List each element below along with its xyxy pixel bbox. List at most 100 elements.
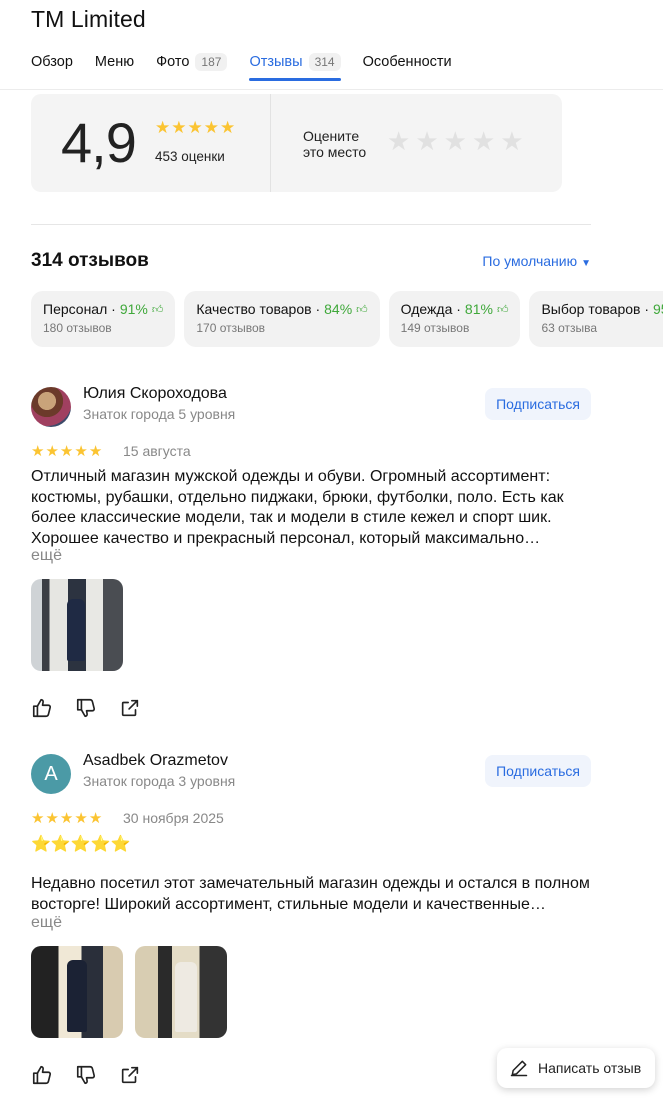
rate-star-5-icon[interactable]: ★: [500, 128, 523, 154]
avatar[interactable]: [31, 387, 71, 427]
aspect-count: 149 отзывов: [400, 321, 470, 335]
aspect-count: 180 отзывов: [43, 321, 112, 335]
tab-count-badge: 314: [308, 53, 341, 71]
rate-star-2-icon[interactable]: ★: [415, 128, 438, 154]
aspect-count: 63 отзыва: [541, 321, 598, 335]
review-stars: ★ ★ ★ ★ ★: [31, 444, 102, 459]
tab-label: Меню: [94, 54, 135, 70]
tab-label: Фото: [156, 54, 190, 70]
star-icon: ★: [155, 118, 171, 137]
emoji-stars: ⭐⭐⭐⭐⭐: [31, 836, 131, 853]
dislike-icon[interactable]: [75, 697, 97, 719]
star-icon: ★: [203, 118, 219, 137]
star-icon: ★: [31, 443, 45, 460]
rate-star-3-icon[interactable]: ★: [444, 128, 467, 154]
review-author[interactable]: Юлия Скороходова: [83, 385, 227, 403]
aspect-percent: 95: [653, 301, 663, 317]
rating-summary: 4,9 ★ ★ ★ ★ ★ 453 оценки: [31, 94, 271, 192]
caret-down-icon: ▼: [581, 258, 591, 269]
review-photo[interactable]: [31, 579, 123, 671]
dislike-icon[interactable]: [75, 1064, 97, 1086]
aspect-count: 170 отзывов: [196, 321, 266, 335]
tab-label: Отзывы: [249, 54, 303, 70]
aspect-name: Выбор товаров: [541, 301, 641, 317]
review-actions: [31, 1064, 141, 1086]
average-rating: 4,9: [61, 111, 137, 174]
share-icon[interactable]: [119, 1064, 141, 1086]
rating-stars: ★ ★ ★ ★ ★: [155, 119, 235, 136]
tab-count-badge: 187: [195, 53, 228, 71]
tab-features[interactable]: Особенности: [363, 50, 452, 74]
sort-label: По умолчанию: [482, 253, 578, 269]
subscribe-button[interactable]: Подписаться: [485, 388, 591, 420]
read-more-link[interactable]: ещё: [31, 547, 62, 565]
star-icon: ★: [88, 443, 103, 460]
review-date: 15 августа: [123, 443, 191, 459]
review-date: 30 ноября 2025: [123, 810, 224, 826]
like-icon[interactable]: [31, 697, 53, 719]
review-photo[interactable]: [31, 946, 123, 1038]
like-icon[interactable]: [31, 1064, 53, 1086]
review-stars: ★ ★ ★ ★ ★: [31, 811, 102, 826]
review-author[interactable]: Asadbek Orazmetov: [83, 752, 228, 770]
rate-prompt: Оцените это место: [303, 128, 366, 160]
aspect-percent: 84%: [324, 301, 353, 317]
read-more-link[interactable]: ещё: [31, 914, 62, 932]
review-text: Отличный магазин мужской одежды и обуви.…: [31, 468, 564, 547]
tab-photos[interactable]: Фото 187: [156, 50, 228, 74]
place-title: TM Limited: [31, 6, 146, 32]
star-icon: ★: [59, 443, 74, 460]
star-icon: ★: [187, 118, 203, 137]
tab-label: Обзор: [31, 54, 73, 70]
aspect-chip-selection[interactable]: Выбор товаров ·95 63 отзыва: [529, 291, 663, 347]
aspect-chip-clothing[interactable]: Одежда · 81% 👍︎ 149 отзывов: [388, 291, 521, 347]
review-actions: [31, 697, 141, 719]
author-level: Знаток города 3 уровня: [83, 773, 236, 789]
tabs-divider: [0, 89, 663, 90]
author-level: Знаток города 5 уровня: [83, 406, 236, 422]
aspect-chip-staff[interactable]: Персонал · 91% 👍︎ 180 отзывов: [31, 291, 176, 347]
aspect-percent: 81%: [464, 301, 493, 317]
rate-stars-input: ★ ★ ★ ★ ★: [387, 128, 524, 154]
thumbs-up-icon: 👍︎: [356, 303, 368, 316]
rating-count: 453 оценки: [155, 149, 225, 164]
review-photos: [31, 579, 123, 671]
rate-prompt-line: это место: [303, 144, 367, 160]
star-icon: ★: [45, 810, 59, 827]
review-photo[interactable]: [135, 946, 227, 1038]
tabs-bar: Обзор Меню Фото 187 Отзывы 314 Особенности: [31, 50, 474, 81]
star-icon: ★: [74, 443, 88, 460]
tab-reviews[interactable]: Отзывы 314: [249, 50, 341, 81]
rate-star-1-icon[interactable]: ★: [387, 128, 410, 154]
share-icon[interactable]: [119, 697, 141, 719]
subscribe-button[interactable]: Подписаться: [485, 755, 591, 787]
star-icon: ★: [88, 810, 103, 827]
aspect-name: Качество товаров: [196, 301, 312, 317]
rate-prompt-line: Оцените: [303, 128, 360, 144]
write-review-button[interactable]: Написать отзыв: [497, 1048, 655, 1088]
aspect-chips: Персонал · 91% 👍︎ 180 отзывов Качество тов…: [31, 291, 663, 347]
star-icon: ★: [59, 810, 74, 827]
tab-menu[interactable]: Меню: [95, 50, 134, 74]
avatar[interactable]: A: [31, 754, 71, 794]
rating-card: 4,9 ★ ★ ★ ★ ★ 453 оценки Оцените это мес…: [31, 94, 562, 192]
section-divider: [31, 224, 591, 225]
pencil-icon: [510, 1060, 528, 1077]
rate-star-4-icon[interactable]: ★: [472, 128, 495, 154]
rate-place: Оцените это место ★ ★ ★ ★ ★: [271, 94, 562, 192]
sort-dropdown[interactable]: По умолчанию ▼: [482, 253, 591, 269]
star-icon: ★: [74, 810, 88, 827]
thumbs-up-icon: 👍︎: [496, 303, 509, 316]
aspect-name: Персонал: [43, 301, 108, 317]
star-icon: ★: [45, 443, 59, 460]
thumbs-up-icon: 👍︎: [151, 303, 164, 316]
aspect-chip-quality[interactable]: Качество товаров · 84% 👍︎ 170 отзывов: [184, 291, 380, 347]
tab-overview[interactable]: Обзор: [31, 50, 73, 74]
aspect-percent: 91%: [119, 301, 148, 317]
review-photos: [31, 946, 227, 1038]
write-review-label: Написать отзыв: [538, 1060, 642, 1076]
reviews-count-heading: 314 отзывов: [31, 250, 149, 271]
review-text: Недавно посетил этот замечательный магаз…: [31, 875, 590, 913]
aspect-name: Одежда: [400, 301, 453, 317]
tab-label: Особенности: [362, 54, 452, 70]
